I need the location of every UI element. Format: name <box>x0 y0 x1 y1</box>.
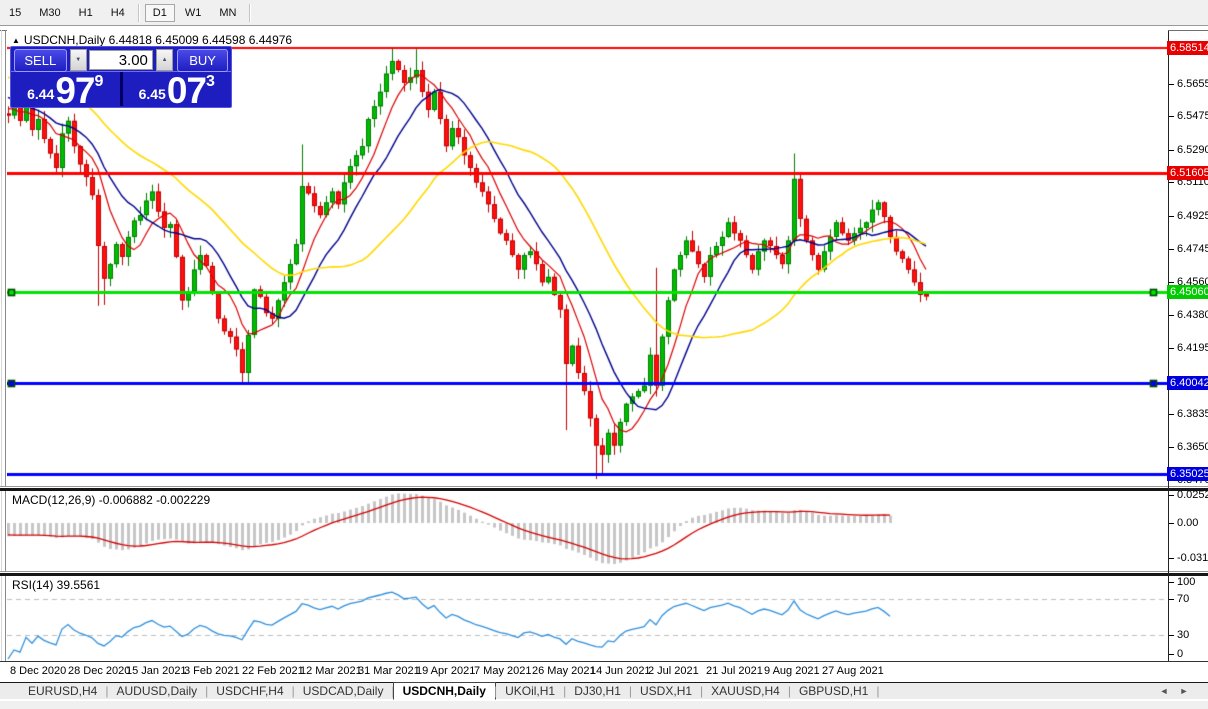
window-border-left-inner <box>5 30 6 682</box>
date-axis-label: 12 Mar 2021 <box>300 665 362 677</box>
rsi-panel-canvas[interactable] <box>7 576 1168 661</box>
toolbar-separator <box>138 4 140 22</box>
one-click-trading-panel: SELL ▼ ▲ BUY 6.44 97 9 6.45 07 3 <box>10 46 232 108</box>
date-axis-label: 19 Apr 2021 <box>416 665 475 677</box>
price-axis-label: 6.41950 <box>1177 342 1208 354</box>
timeframe-button-m30[interactable]: M30 <box>31 4 68 22</box>
tab-audusd-daily[interactable]: AUDUSD,Daily <box>106 683 207 699</box>
price-level-badge: 6.40042 <box>1167 376 1208 390</box>
date-axis-label: 31 Mar 2021 <box>358 665 420 677</box>
sell-button[interactable]: SELL <box>14 49 67 72</box>
buy-price-big: 07 <box>167 76 206 106</box>
panel-splitter-macd[interactable] <box>0 486 1208 491</box>
timeframe-toolbar: 15M30H1H4 D1W1MN <box>0 0 1208 26</box>
tab-ukoil-h1[interactable]: UKOil,H1 <box>495 683 565 699</box>
date-axis-label: 8 Dec 2020 <box>10 665 66 677</box>
volume-decrease-button[interactable]: ▼ <box>70 49 87 71</box>
rsi-axis-label: 0 <box>1177 648 1183 660</box>
price-axis-label: 6.54750 <box>1177 110 1208 122</box>
price-level-badge: 6.35025 <box>1167 467 1208 481</box>
price-level-badge: 6.51605 <box>1167 166 1208 180</box>
tab-usdchf-h4[interactable]: USDCHF,H4 <box>206 683 293 699</box>
rsi-axis-label: 70 <box>1177 593 1189 605</box>
price-axis-label: 6.36500 <box>1177 441 1208 453</box>
price-axis-label: 6.38350 <box>1177 408 1208 420</box>
date-axis-label: 15 Jan 2021 <box>126 665 187 677</box>
timeframe-button-mn[interactable]: MN <box>211 4 244 22</box>
trading-terminal: 15M30H1H4 D1W1MN ▲ USDCNH,Daily 6.44818 6.… <box>0 0 1208 709</box>
price-axis-label: 6.43800 <box>1177 309 1208 321</box>
timeframe-button-w1[interactable]: W1 <box>177 4 210 22</box>
buy-button[interactable]: BUY <box>177 49 228 72</box>
volume-input[interactable] <box>89 50 153 70</box>
trade-panel-prices: 6.44 97 9 6.45 07 3 <box>11 72 231 106</box>
price-axis[interactable]: 6.565506.547506.529006.511006.492506.474… <box>1168 31 1208 661</box>
timeframe-button-d1[interactable]: D1 <box>145 4 175 22</box>
timeframe-button-h4[interactable]: H4 <box>103 4 133 22</box>
rsi-indicator-label: RSI(14) 39.5561 <box>12 578 100 592</box>
sell-price-big: 97 <box>55 76 94 106</box>
price-axis-label: 6.56550 <box>1177 78 1208 90</box>
trade-panel-top-row: SELL ▼ ▲ BUY <box>11 47 231 72</box>
price-level-badge: 6.45060 <box>1167 285 1208 299</box>
timeframe-button-15[interactable]: 15 <box>1 4 29 22</box>
tab-xauusd-h4[interactable]: XAUUSD,H4 <box>701 683 790 699</box>
date-axis-label: 26 May 2021 <box>532 665 596 677</box>
buy-price-pip: 3 <box>206 73 215 91</box>
buy-price[interactable]: 6.45 07 3 <box>123 72 232 106</box>
macd-axis-label: -0.03198 <box>1177 552 1208 564</box>
macd-indicator-label: MACD(12,26,9) -0.006882 -0.002229 <box>12 493 210 507</box>
sell-price[interactable]: 6.44 97 9 <box>11 72 120 106</box>
date-axis-label: 22 Feb 2021 <box>242 665 304 677</box>
tab-usdcnh-daily[interactable]: USDCNH,Daily <box>393 682 496 700</box>
macd-axis-label: 0.025209 <box>1177 489 1208 501</box>
tab-usdx-h1[interactable]: USDX,H1 <box>630 683 702 699</box>
tab-gbpusd-h1[interactable]: GBPUSD,H1 <box>789 683 878 699</box>
volume-increase-button[interactable]: ▲ <box>156 49 173 71</box>
tab-usdcad-daily[interactable]: USDCAD,Daily <box>293 683 394 699</box>
macd-axis-label: 0.00 <box>1177 517 1198 529</box>
price-axis-label: 6.52900 <box>1177 144 1208 156</box>
symbol-triangle-icon: ▲ <box>12 36 20 45</box>
price-axis-label: 6.49250 <box>1177 210 1208 222</box>
date-axis-label: 2 Jul 2021 <box>648 665 699 677</box>
date-axis-label: 7 May 2021 <box>474 665 531 677</box>
chart-title: ▲ USDCNH,Daily 6.44818 6.45009 6.44598 6.… <box>12 33 292 47</box>
tab-dj30-h1[interactable]: DJ30,H1 <box>564 683 631 699</box>
date-axis-label: 3 Feb 2021 <box>184 665 240 677</box>
chart-title-text: USDCNH,Daily 6.44818 6.45009 6.44598 6.4… <box>24 33 292 47</box>
date-axis[interactable]: 8 Dec 202028 Dec 202015 Jan 20213 Feb 20… <box>0 662 1208 682</box>
arrow-down-icon: ▼ <box>75 57 81 63</box>
tab-scroll-left-icon[interactable]: ◄ <box>1154 686 1174 696</box>
arrow-up-icon: ▲ <box>162 57 168 63</box>
date-axis-label: 9 Aug 2021 <box>764 665 820 677</box>
timeframe-button-h1[interactable]: H1 <box>71 4 101 22</box>
tab-separator: | <box>876 684 879 698</box>
sell-price-small: 6.44 <box>27 86 54 102</box>
chart-tabs-bar: EURUSD,H4|AUDUSD,Daily|USDCHF,H4|USDCAD,… <box>0 683 1208 699</box>
sell-button-label: SELL <box>24 53 56 68</box>
panel-splitter-rsi[interactable] <box>0 571 1208 576</box>
buy-button-label: BUY <box>189 53 216 68</box>
date-axis-label: 21 Jul 2021 <box>706 665 763 677</box>
sell-price-pip: 9 <box>95 73 104 91</box>
toolbar-separator <box>249 4 251 22</box>
rsi-axis-label: 30 <box>1177 629 1189 641</box>
buy-price-small: 6.45 <box>139 86 166 102</box>
date-axis-label: 27 Aug 2021 <box>822 665 884 677</box>
price-axis-label: 6.47450 <box>1177 243 1208 255</box>
rsi-axis-label: 100 <box>1177 576 1195 588</box>
status-bar <box>0 700 1208 709</box>
date-axis-label: 14 Jun 2021 <box>590 665 651 677</box>
tab-eurusd-h4[interactable]: EURUSD,H4 <box>18 683 107 699</box>
price-level-badge: 6.58514 <box>1167 41 1208 55</box>
date-axis-label: 28 Dec 2020 <box>68 665 130 677</box>
window-border-left <box>1 30 2 682</box>
tab-scroll-right-icon[interactable]: ► <box>1174 686 1194 696</box>
